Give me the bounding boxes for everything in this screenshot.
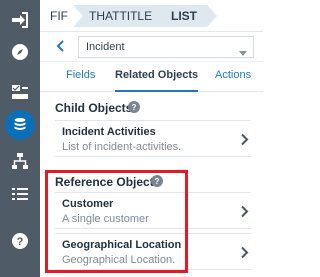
reference-objects-title: Reference Objects: [55, 175, 161, 189]
left-nav-rail: ?: [0, 0, 40, 277]
card-description: List of incident-activities.: [62, 141, 182, 153]
reference-object-card-geographical-location[interactable]: Geographical Location Geographical Locat…: [55, 233, 251, 270]
svg-text:?: ?: [17, 236, 24, 248]
card-title: Incident Activities: [62, 126, 156, 138]
card-description: A single customer: [62, 213, 149, 225]
chevron-right-icon: [241, 246, 249, 259]
breadcrumb: FIF THATTITLE LIST: [40, 0, 263, 31]
list-icon[interactable]: [8, 182, 32, 206]
child-object-card-incident-activities[interactable]: Incident Activities List of incident-act…: [55, 120, 251, 157]
help-circle-icon[interactable]: ?: [128, 101, 140, 113]
help-circle-icon[interactable]: ?: [151, 175, 163, 187]
tab-bar: Fields Related Objects Actions: [40, 62, 263, 92]
card-title: Geographical Location: [62, 239, 182, 251]
tab-fields[interactable]: Fields: [66, 62, 95, 90]
object-selector-row: Incident: [40, 31, 263, 62]
svg-text:?: ?: [155, 177, 160, 186]
chevron-down-icon: [239, 44, 247, 56]
help-icon[interactable]: ?: [8, 229, 32, 253]
app-window: ? FIF THATTITLE LIST Incident Fields Rel…: [0, 0, 263, 277]
card-title: Customer: [62, 198, 114, 210]
breadcrumb-item[interactable]: FIF: [50, 5, 68, 27]
tab-related-objects[interactable]: Related Objects: [115, 62, 199, 92]
card-description: Geographical Location.: [62, 254, 176, 266]
hierarchy-icon[interactable]: [8, 149, 32, 173]
database-icon[interactable]: [5, 110, 35, 140]
back-button[interactable]: [54, 39, 68, 53]
chevron-right-icon: [241, 133, 249, 146]
chevron-right-icon: [241, 205, 249, 218]
tab-actions[interactable]: Actions: [215, 62, 251, 90]
checklist-icon[interactable]: [8, 80, 32, 104]
object-select[interactable]: Incident: [78, 36, 254, 58]
child-objects-title: Child Objects: [55, 101, 133, 115]
svg-text:?: ?: [132, 103, 137, 112]
compass-icon[interactable]: [8, 40, 32, 64]
reference-object-card-customer[interactable]: Customer A single customer: [55, 192, 251, 229]
selected-object: Incident: [86, 41, 125, 53]
sign-in-icon[interactable]: [8, 8, 32, 32]
